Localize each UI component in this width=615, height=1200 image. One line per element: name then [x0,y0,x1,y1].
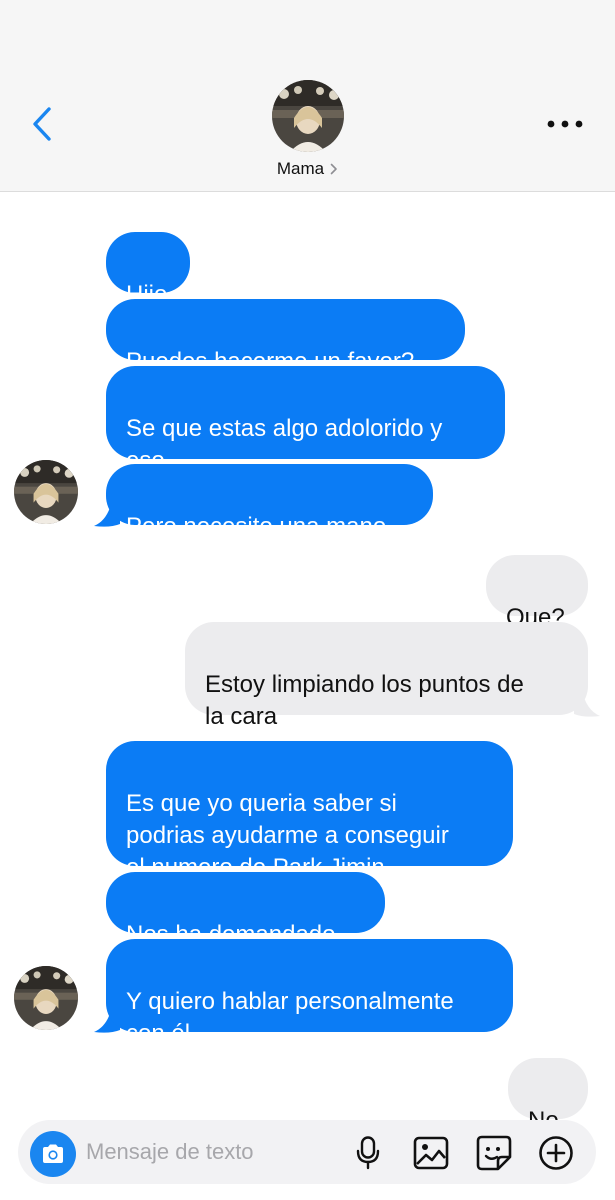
contact-avatar-small[interactable] [14,460,78,524]
sticker-icon [476,1135,512,1171]
back-button[interactable] [22,102,62,146]
avatar-photo [14,460,78,524]
message-text: Es que yo queria saber si podrias ayudar… [126,790,449,881]
message-bubble-incoming[interactable]: Y quiero hablar personalmente con él [106,939,513,1047]
sticker-button[interactable] [474,1133,514,1173]
contact-name-button[interactable]: Mama [0,157,615,181]
camera-button[interactable] [30,1131,76,1177]
message-bubble-outgoing[interactable]: Estoy limpiando los puntos de la cara [185,622,588,730]
message-text: Estoy limpiando los puntos de la cara [205,671,524,730]
message-bubble-incoming[interactable]: Hijo [106,232,190,308]
plus-circle-icon [539,1136,573,1170]
message-text: Y quiero hablar personalmente con él [126,988,454,1047]
chat-header: Mama [0,0,615,192]
avatar-photo [272,80,344,152]
gallery-button[interactable] [411,1133,451,1173]
ellipsis-icon [547,120,583,128]
microphone-button[interactable] [348,1133,388,1173]
message-bubble-outgoing[interactable]: Que? [486,555,588,631]
image-icon [413,1136,449,1170]
message-composer [18,1120,596,1184]
contact-avatar-small[interactable] [14,966,78,1030]
message-bubble-outgoing[interactable]: No [508,1058,588,1134]
message-text: Pero necesito una mano [126,513,387,540]
microphone-icon [356,1136,380,1170]
more-options-button[interactable] [543,108,587,140]
chat-screen: Mama Hijo Puedes hacerme un favor? Se qu… [0,0,615,1200]
add-button[interactable] [536,1133,576,1173]
camera-icon [43,1144,63,1163]
message-bubble-incoming[interactable]: Se que estas algo adolorido y eso [106,366,505,474]
avatar-photo [14,966,78,1030]
contact-name: Mama [276,159,325,178]
message-bubble-incoming[interactable]: Puedes hacerme un favor? [106,299,465,375]
contact-avatar[interactable] [272,80,344,152]
chevron-left-icon [33,107,51,141]
message-input[interactable] [86,1134,346,1170]
message-bubble-incoming[interactable]: Nos ha demandado [106,872,385,948]
message-bubble-incoming[interactable]: Pero necesito una mano [106,464,433,540]
chevron-right-icon [330,163,338,175]
message-bubble-incoming[interactable]: Es que yo queria saber si podrias ayudar… [106,741,513,881]
